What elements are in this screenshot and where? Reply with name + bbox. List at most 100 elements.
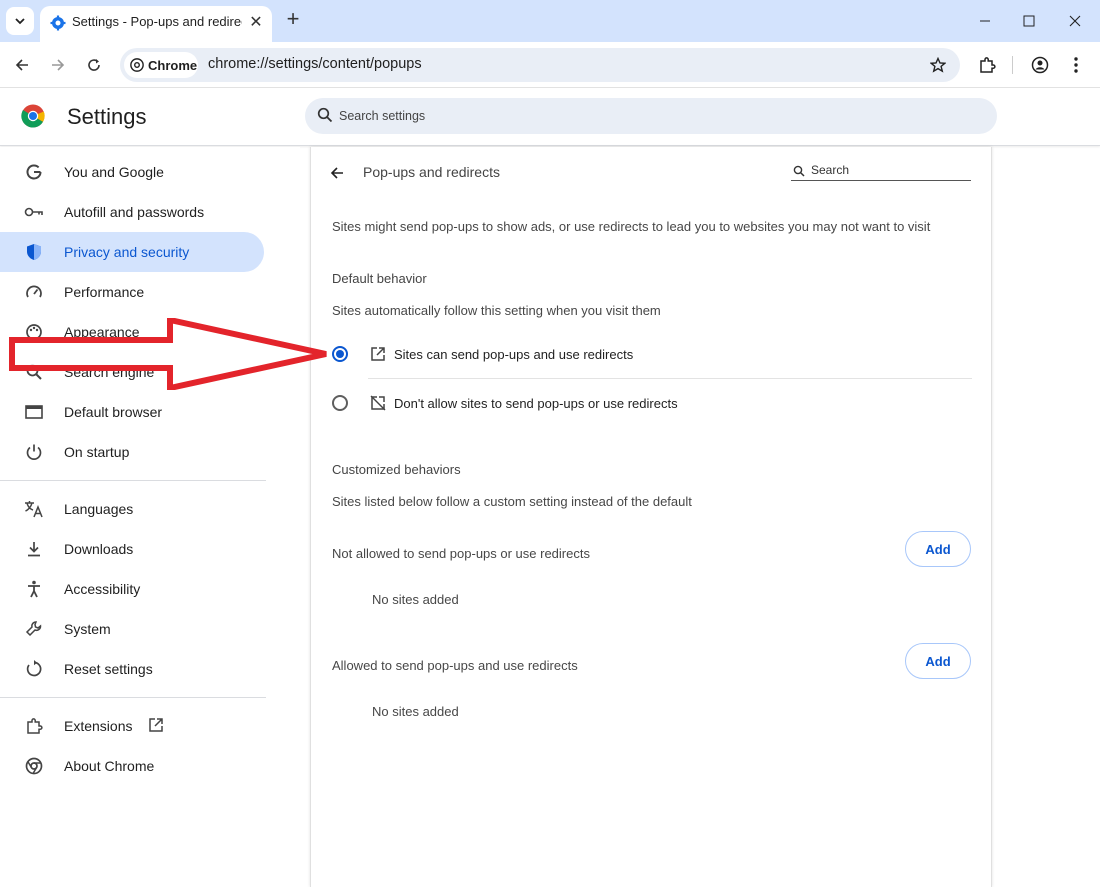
sidebar-item-label: Reset settings: [64, 661, 153, 677]
customized-heading: Customized behaviors: [332, 462, 461, 477]
sidebar-item-extensions[interactable]: Extensions: [0, 706, 264, 746]
sidebar-item-downloads[interactable]: Downloads: [0, 529, 264, 569]
google-icon: [24, 162, 44, 182]
sidebar-item-label: Autofill and passwords: [64, 204, 205, 220]
sidebar-item-label: Privacy and security: [64, 244, 190, 260]
profile-avatar-icon[interactable]: [1025, 50, 1055, 80]
translate-icon: [24, 499, 44, 519]
page-search-input[interactable]: Search: [791, 163, 971, 181]
maximize-icon: [1023, 15, 1035, 27]
sidebar-item-default-browser[interactable]: Default browser: [0, 392, 264, 432]
settings-search-input[interactable]: Search settings: [305, 98, 997, 134]
radio-block[interactable]: [332, 395, 348, 411]
toolbar-divider: [1012, 56, 1013, 74]
page-search-placeholder: Search: [811, 163, 850, 177]
chrome-icon: [24, 756, 44, 776]
reload-icon: [88, 59, 100, 71]
power-icon: [24, 442, 44, 462]
sidebar-item-label: Default browser: [64, 404, 163, 420]
default-behavior-heading: Default behavior: [332, 271, 427, 286]
key-icon: [24, 202, 44, 222]
back-arrow-icon[interactable]: [329, 163, 349, 183]
forward-button[interactable]: [43, 50, 73, 80]
arrow-right-icon: [52, 59, 65, 71]
reload-button[interactable]: [79, 50, 109, 80]
tab-search-button[interactable]: [6, 7, 34, 35]
sidebar-item-languages[interactable]: Languages: [0, 489, 264, 529]
search-icon: [793, 165, 805, 177]
site-info-chip[interactable]: Chrome: [124, 52, 198, 78]
customized-subtitle: Sites listed below follow a custom setti…: [332, 494, 692, 509]
extensions-puzzle-icon[interactable]: [972, 50, 1002, 80]
new-tab-button[interactable]: +: [282, 8, 304, 30]
page-description: Sites might send pop-ups to show ads, or…: [332, 219, 931, 234]
settings-sidebar: You and Google Autofill and passwords Pr…: [0, 147, 300, 887]
allowed-empty-text: No sites added: [372, 704, 459, 719]
download-icon: [24, 539, 44, 559]
option-allow-popups[interactable]: Sites can send pop-ups and use redirects: [331, 342, 973, 366]
active-tab[interactable]: Settings - Pop-ups and redirects ✕: [40, 6, 272, 42]
shield-icon: [24, 242, 44, 262]
speedometer-icon: [24, 282, 44, 302]
chip-label: Chrome: [148, 57, 198, 73]
tab-title: Settings - Pop-ups and redirects: [72, 14, 242, 29]
search-placeholder: Search settings: [339, 109, 426, 123]
add-not-allowed-button[interactable]: Add: [905, 531, 971, 567]
popup-blocked-icon: [370, 395, 386, 411]
puzzle-icon: [24, 716, 44, 736]
url-text: chrome://settings/content/popups: [208, 56, 422, 72]
minimize-button[interactable]: [962, 0, 1008, 42]
maximize-button[interactable]: [1006, 0, 1052, 42]
sidebar-item-autofill[interactable]: Autofill and passwords: [0, 192, 264, 232]
settings-title: Settings: [67, 104, 147, 129]
popups-settings-card: Pop-ups and redirects Search Sites might…: [310, 147, 992, 887]
sidebar-item-label: Languages: [64, 501, 134, 517]
option-block-label: Don't allow sites to send pop-ups or use…: [394, 396, 678, 411]
sidebar-item-about[interactable]: About Chrome: [0, 746, 264, 786]
sidebar-item-label: Performance: [64, 284, 145, 300]
add-allowed-button[interactable]: Add: [905, 643, 971, 679]
search-icon: [317, 107, 333, 123]
settings-header: Settings Search settings: [0, 88, 1100, 146]
sidebar-item-you-and-google[interactable]: You and Google: [0, 152, 264, 192]
sidebar-item-privacy[interactable]: Privacy and security: [0, 232, 264, 272]
sidebar-item-accessibility[interactable]: Accessibility: [0, 569, 264, 609]
bookmark-star-icon[interactable]: [926, 53, 950, 77]
browser-toolbar: Chrome chrome://settings/content/popups: [0, 42, 1100, 88]
tab-strip: Settings - Pop-ups and redirects ✕ +: [0, 0, 1100, 42]
sidebar-item-reset[interactable]: Reset settings: [0, 649, 264, 689]
back-button[interactable]: [7, 50, 37, 80]
minimize-icon: [980, 20, 990, 22]
gear-icon: [50, 15, 66, 31]
sidebar-item-label: Accessibility: [64, 581, 141, 597]
close-tab-icon[interactable]: ✕: [246, 12, 266, 32]
default-behavior-subtitle: Sites automatically follow this setting …: [332, 303, 661, 318]
sidebar-item-label: On startup: [64, 444, 130, 460]
sidebar-item-on-startup[interactable]: On startup: [0, 432, 264, 472]
option-divider: [368, 378, 972, 379]
reset-icon: [24, 659, 44, 679]
accessibility-icon: [24, 579, 44, 599]
not-allowed-label: Not allowed to send pop-ups or use redir…: [332, 546, 590, 561]
option-block-popups[interactable]: Don't allow sites to send pop-ups or use…: [331, 391, 973, 415]
sidebar-item-performance[interactable]: Performance: [0, 272, 264, 312]
open-in-new-icon: [371, 347, 385, 361]
allowed-label: Allowed to send pop-ups and use redirect…: [332, 658, 578, 673]
not-allowed-empty-text: No sites added: [372, 592, 459, 607]
address-bar[interactable]: Chrome chrome://settings/content/popups: [120, 48, 960, 82]
close-window-button[interactable]: [1052, 0, 1098, 42]
close-icon: [1069, 15, 1081, 27]
wrench-icon: [24, 619, 44, 639]
sidebar-item-label: Downloads: [64, 541, 134, 557]
sidebar-item-label: System: [64, 621, 111, 637]
option-allow-label: Sites can send pop-ups and use redirects: [394, 347, 634, 362]
sidebar-item-system[interactable]: System: [0, 609, 264, 649]
sidebar-divider: [0, 480, 266, 481]
chevron-down-icon: [15, 18, 25, 25]
external-link-icon: [148, 717, 164, 738]
arrow-left-icon: [15, 59, 28, 71]
kebab-menu-icon[interactable]: [1061, 50, 1091, 80]
sidebar-item-label: Extensions: [64, 718, 133, 734]
page-title: Pop-ups and redirects: [363, 164, 500, 180]
sidebar-divider: [0, 697, 266, 698]
